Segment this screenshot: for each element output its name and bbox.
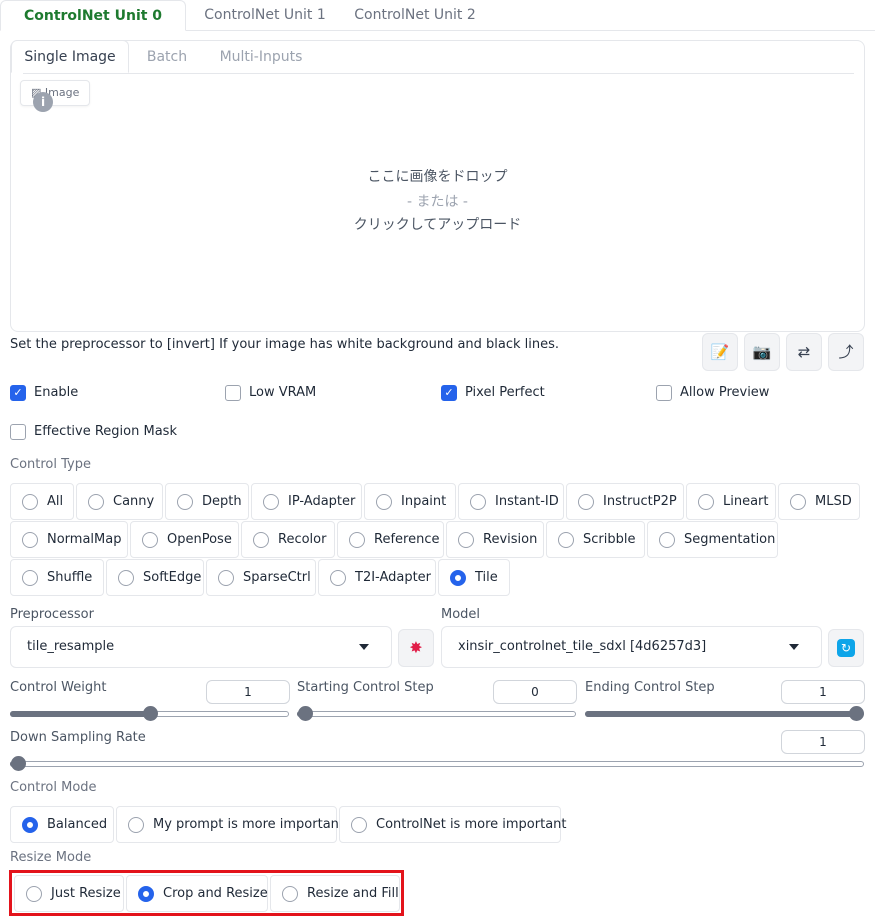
control-type-mlsd[interactable]: MLSD <box>778 483 860 520</box>
control-type-inpaint[interactable]: Inpaint <box>364 483 456 520</box>
control-mode-prompt-important[interactable]: My prompt is more important <box>116 806 344 843</box>
slider-thumb[interactable] <box>11 756 26 771</box>
tab-single-image[interactable]: Single Image <box>11 40 129 73</box>
control-mode-balanced[interactable]: Balanced <box>10 806 114 843</box>
control-type-depth[interactable]: Depth <box>165 483 249 520</box>
explosion-icon: ✸ <box>409 638 423 657</box>
slider-thumb[interactable] <box>142 706 158 721</box>
preprocessor-label: Preprocessor <box>10 607 94 622</box>
starting-control-step-input[interactable]: 0 <box>493 680 577 704</box>
slider-thumb[interactable] <box>849 706 864 721</box>
control-type-tile[interactable]: Tile <box>438 559 510 596</box>
effective-region-mask-checkbox[interactable]: Effective Region Mask <box>10 423 210 441</box>
control-type-shuffle[interactable]: Shuffle <box>10 559 104 596</box>
curve-arrow-icon: ⤴ <box>838 343 854 361</box>
drop-text-line-2: - または - <box>406 194 468 210</box>
control-type-scribble[interactable]: Scribble <box>546 521 645 558</box>
resize-mode-label: Resize Mode <box>10 850 92 865</box>
check-icon: ✓ <box>441 385 457 401</box>
allow-preview-checkbox[interactable]: Allow Preview <box>656 384 796 402</box>
control-type-sparsectrl[interactable]: SparseCtrl <box>206 559 316 596</box>
edit-button[interactable]: 📝 <box>702 333 738 371</box>
ending-control-step-slider[interactable] <box>585 706 864 722</box>
image-label-chip: ▨ Image <box>20 80 90 106</box>
chevron-down-icon <box>359 644 369 650</box>
model-label: Model <box>441 607 481 622</box>
resize-mode-highlight-box <box>9 870 404 916</box>
control-type-openpose[interactable]: OpenPose <box>130 521 239 558</box>
control-mode-controlnet-important[interactable]: ControlNet is more important <box>339 806 567 843</box>
control-type-all[interactable]: All <box>10 483 74 520</box>
control-weight-label: Control Weight <box>10 680 107 695</box>
control-type-ip-adapter[interactable]: IP-Adapter <box>251 483 362 520</box>
refresh-icon: ↻ <box>837 639 855 657</box>
control-type-normalmap[interactable]: NormalMap <box>10 521 128 558</box>
tab-controlnet-unit-1[interactable]: ControlNet Unit 1 <box>190 0 340 31</box>
drop-text-line-3: クリックしてアップロード <box>353 217 522 233</box>
refresh-models-button[interactable]: ↻ <box>828 629 864 667</box>
control-type-softedge[interactable]: SoftEdge <box>106 559 204 596</box>
starting-control-step-label: Starting Control Step <box>297 680 434 695</box>
unit-tab-bar: ControlNet Unit 0 [Tile] ControlNet Unit… <box>0 0 875 55</box>
control-type-reference[interactable]: Reference <box>337 521 444 558</box>
starting-control-step-slider[interactable] <box>297 706 576 722</box>
model-select[interactable]: xinsir_controlnet_tile_sdxl [4d6257d3] <box>441 626 822 668</box>
swap-icon: ⇄ <box>797 343 811 361</box>
pixel-perfect-checkbox[interactable]: ✓ Pixel Perfect <box>441 384 581 402</box>
control-type-segmentation[interactable]: Segmentation <box>647 521 778 558</box>
check-icon: ✓ <box>10 385 26 401</box>
down-sampling-rate-input[interactable]: 1 <box>781 730 865 754</box>
control-type-revision[interactable]: Revision <box>446 521 544 558</box>
control-type-instant-id[interactable]: Instant-ID <box>458 483 564 520</box>
chevron-down-icon <box>789 644 799 650</box>
tab-controlnet-unit-2[interactable]: ControlNet Unit 2 <box>340 0 490 31</box>
preprocessor-select[interactable]: tile_resample <box>10 626 392 668</box>
image-input-panel: Single Image Batch Multi-Inputs <box>10 40 865 332</box>
run-preprocessor-button[interactable]: ✸ <box>398 629 434 667</box>
ending-control-step-label: Ending Control Step <box>585 680 715 695</box>
tab-multi-inputs[interactable]: Multi-Inputs <box>207 41 315 73</box>
control-type-lineart[interactable]: Lineart <box>686 483 776 520</box>
down-sampling-rate-label: Down Sampling Rate <box>10 730 146 745</box>
enable-checkbox[interactable]: ✓ Enable <box>10 384 130 402</box>
info-icon: i <box>33 92 53 112</box>
control-type-label: Control Type <box>10 457 91 472</box>
control-type-canny[interactable]: Canny <box>76 483 163 520</box>
tab-batch[interactable]: Batch <box>135 41 199 73</box>
camera-icon: 📷 <box>752 343 772 361</box>
send-dimensions-button[interactable]: ⤴ <box>828 333 864 371</box>
control-weight-slider[interactable] <box>10 706 289 722</box>
control-type-instructp2p[interactable]: InstructP2P <box>566 483 684 520</box>
control-mode-label: Control Mode <box>10 780 97 795</box>
slider-thumb[interactable] <box>298 706 313 721</box>
camera-button[interactable]: 📷 <box>744 333 780 371</box>
invert-hint-text: Set the preprocessor to [invert] If your… <box>10 337 560 352</box>
tab-controlnet-unit-0[interactable]: ControlNet Unit 0 [Tile] <box>0 0 186 55</box>
swap-button[interactable]: ⇄ <box>786 333 822 371</box>
down-sampling-rate-slider[interactable] <box>10 756 864 772</box>
drop-text-line-1: ここに画像をドロップ <box>367 169 508 185</box>
control-weight-input[interactable]: 1 <box>206 680 290 704</box>
edit-icon: 📝 <box>710 343 730 361</box>
ending-control-step-input[interactable]: 1 <box>781 680 865 704</box>
control-type-recolor[interactable]: Recolor <box>241 521 335 558</box>
control-type-t2i-adapter[interactable]: T2I-Adapter <box>318 559 436 596</box>
low-vram-checkbox[interactable]: Low VRAM <box>225 384 345 402</box>
